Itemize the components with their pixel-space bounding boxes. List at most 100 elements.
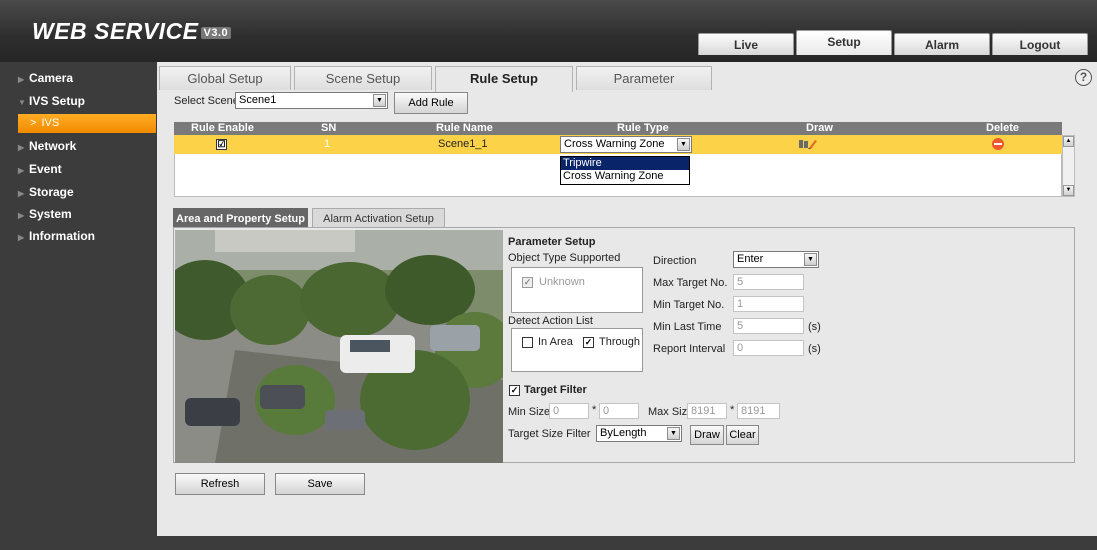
target-filter-checkbox[interactable]: ✓ — [509, 385, 520, 396]
tab-live[interactable]: Live — [698, 33, 794, 55]
sidebar-item-storage[interactable]: ▶ Storage — [18, 183, 74, 201]
tab-global-setup[interactable]: Global Setup — [159, 66, 291, 90]
scene-select-value: Scene1 — [239, 94, 277, 106]
chevron-right-icon: ▶ — [18, 211, 25, 220]
report-interval-input[interactable]: 0 — [733, 340, 804, 356]
rule-type-option-tripwire[interactable]: Tripwire — [561, 157, 689, 170]
min-size-label: Min Size — [508, 406, 551, 418]
min-last-time-label: Min Last Time — [653, 321, 722, 333]
rule-type-value: Cross Warning Zone — [564, 138, 665, 150]
chevron-right-icon: ▶ — [18, 233, 25, 242]
detect-action-box: In Area ✓ Through — [511, 328, 643, 372]
sidebar-item-label: System — [29, 207, 72, 221]
sidebar-subitem-ivs[interactable]: > IVS — [18, 114, 156, 133]
direction-label: Direction — [653, 255, 697, 267]
direction-value: Enter — [737, 253, 764, 265]
sidebar-item-camera[interactable]: ▶ Camera — [18, 69, 73, 87]
app-version: V3.0 — [200, 26, 232, 39]
tab-area-property-setup[interactable]: Area and Property Setup — [173, 208, 308, 228]
object-unknown-checkbox[interactable]: ✓ — [522, 277, 533, 288]
video-preview[interactable] — [175, 230, 503, 463]
tab-alarm[interactable]: Alarm — [894, 33, 990, 55]
dropdown-arrow-icon: ▼ — [677, 138, 690, 151]
max-target-input[interactable]: 5 — [733, 274, 804, 290]
scene-select[interactable]: Scene1 ▼ — [235, 92, 388, 109]
tab-scene-setup[interactable]: Scene Setup — [294, 66, 432, 90]
max-size-width-input[interactable]: 8191 — [687, 403, 727, 419]
tab-setup[interactable]: Setup — [796, 30, 892, 55]
rule-type-select[interactable]: Cross Warning Zone ▼ — [560, 136, 692, 153]
min-size-times: * — [592, 404, 597, 416]
rule-enable-checkbox[interactable]: ☑ — [216, 139, 227, 150]
col-sn: SN — [321, 122, 337, 134]
target-size-filter-label: Target Size Filter — [508, 428, 591, 440]
min-target-label: Min Target No. — [653, 299, 725, 311]
target-size-filter-value: ByLength — [600, 427, 647, 439]
min-size-height-input[interactable]: 0 — [599, 403, 639, 419]
min-size-width-input[interactable]: 0 — [549, 403, 589, 419]
save-button[interactable]: Save — [275, 473, 365, 495]
col-draw: Draw — [806, 122, 833, 134]
min-target-input[interactable]: 1 — [733, 296, 804, 312]
chevron-right-icon: > — [30, 117, 37, 129]
table-row[interactable]: ☑ 1 Scene1_1 Cross Warning Zone ▼ — [174, 135, 1062, 154]
app-logo: WEB SERVICE V3.0 — [32, 18, 232, 45]
col-rule-name: Rule Name — [436, 122, 493, 134]
tab-logout[interactable]: Logout — [992, 33, 1088, 55]
help-icon[interactable]: ? — [1075, 69, 1092, 86]
sidebar-item-label: Information — [29, 229, 95, 243]
delete-rule-icon[interactable] — [992, 138, 1004, 150]
chevron-down-icon: ▼ — [18, 98, 26, 107]
sidebar: ▶ Camera ▼ IVS Setup > IVS ▶ Network ▶ Event … — [0, 62, 160, 550]
max-size-height-input[interactable]: 8191 — [737, 403, 780, 419]
min-last-time-unit: (s) — [808, 321, 821, 333]
sidebar-item-label: Camera — [29, 71, 74, 85]
max-target-label: Max Target No. — [653, 277, 728, 289]
dropdown-arrow-icon: ▼ — [667, 427, 680, 440]
tab-parameter[interactable]: Parameter — [576, 66, 712, 90]
main-content: Global Setup Scene Setup Rule Setup Para… — [157, 62, 1097, 536]
sidebar-item-network[interactable]: ▶ Network — [18, 137, 76, 155]
camera-scene-image — [175, 230, 503, 463]
report-interval-label: Report Interval — [653, 343, 726, 355]
rule-type-dropdown-list: Tripwire Cross Warning Zone — [560, 156, 690, 185]
sidebar-item-label: Event — [29, 162, 62, 176]
sidebar-item-label: Network — [29, 139, 77, 153]
area-property-panel: Parameter Setup Object Type Supported ✓ … — [173, 227, 1075, 463]
sidebar-item-system[interactable]: ▶ System — [18, 205, 72, 223]
rules-table-header: Rule Enable SN Rule Name Rule Type Draw … — [174, 122, 1062, 135]
app-title: WEB SERVICE — [32, 18, 199, 44]
object-type-label: Object Type Supported — [508, 252, 621, 264]
chevron-right-icon: ▶ — [18, 75, 25, 84]
draw-button[interactable]: Draw — [690, 425, 724, 445]
col-rule-enable: Rule Enable — [191, 122, 254, 134]
add-rule-button[interactable]: Add Rule — [394, 92, 468, 114]
sidebar-subitem-label: IVS — [41, 117, 60, 129]
refresh-button[interactable]: Refresh — [175, 473, 265, 495]
sidebar-item-label: IVS Setup — [29, 94, 86, 108]
report-interval-unit: (s) — [808, 343, 821, 355]
scroll-down-icon[interactable]: ▼ — [1063, 185, 1074, 196]
sidebar-item-information[interactable]: ▶ Information — [18, 227, 95, 245]
col-delete: Delete — [986, 122, 1020, 134]
rules-table-scrollbar[interactable]: ▲ ▼ — [1062, 135, 1075, 197]
sidebar-item-label: Storage — [29, 185, 74, 199]
select-scene-label: Select Scene — [174, 95, 239, 107]
rule-type-option-cross-warning-zone[interactable]: Cross Warning Zone — [561, 170, 689, 183]
in-area-checkbox[interactable] — [522, 337, 533, 348]
header-bar: WEB SERVICE V3.0 Live Setup Alarm Logout — [0, 0, 1097, 62]
tab-rule-setup[interactable]: Rule Setup — [435, 66, 573, 92]
target-size-filter-select[interactable]: ByLength ▼ — [596, 425, 682, 442]
min-last-time-input[interactable]: 5 — [733, 318, 804, 334]
draw-rule-icon[interactable] — [799, 138, 817, 150]
tab-alarm-activation-setup[interactable]: Alarm Activation Setup — [312, 208, 445, 228]
through-checkbox[interactable]: ✓ — [583, 337, 594, 348]
scroll-up-icon[interactable]: ▲ — [1063, 136, 1074, 147]
direction-select[interactable]: Enter ▼ — [733, 251, 819, 268]
chevron-right-icon: ▶ — [18, 143, 25, 152]
sidebar-item-ivs-setup[interactable]: ▼ IVS Setup — [18, 92, 85, 110]
sidebar-item-event[interactable]: ▶ Event — [18, 160, 62, 178]
max-size-times: * — [730, 404, 735, 416]
detect-action-label: Detect Action List — [508, 315, 593, 327]
clear-button[interactable]: Clear — [726, 425, 759, 445]
